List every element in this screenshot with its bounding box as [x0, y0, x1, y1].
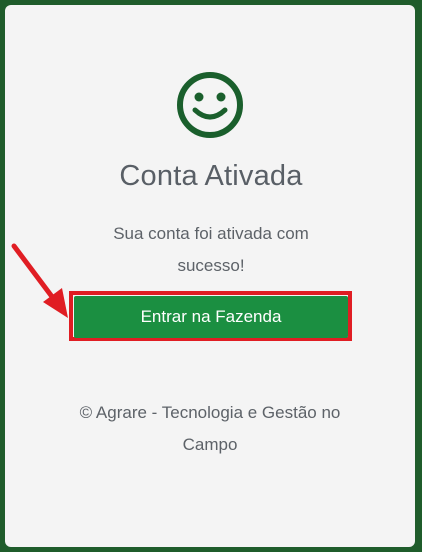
enter-farm-button[interactable]: Entrar na Fazenda — [74, 296, 348, 338]
smiley-face-icon — [177, 72, 243, 138]
page-frame: Conta Ativada Sua conta foi ativada com … — [0, 0, 422, 552]
red-arrow-icon — [11, 243, 68, 318]
page-title: Conta Ativada — [119, 160, 303, 192]
footer-copyright: © Agrare - Tecnologia e Gestão no Campo — [79, 403, 341, 454]
success-message: Sua conta foi ativada com sucesso! — [113, 224, 309, 275]
